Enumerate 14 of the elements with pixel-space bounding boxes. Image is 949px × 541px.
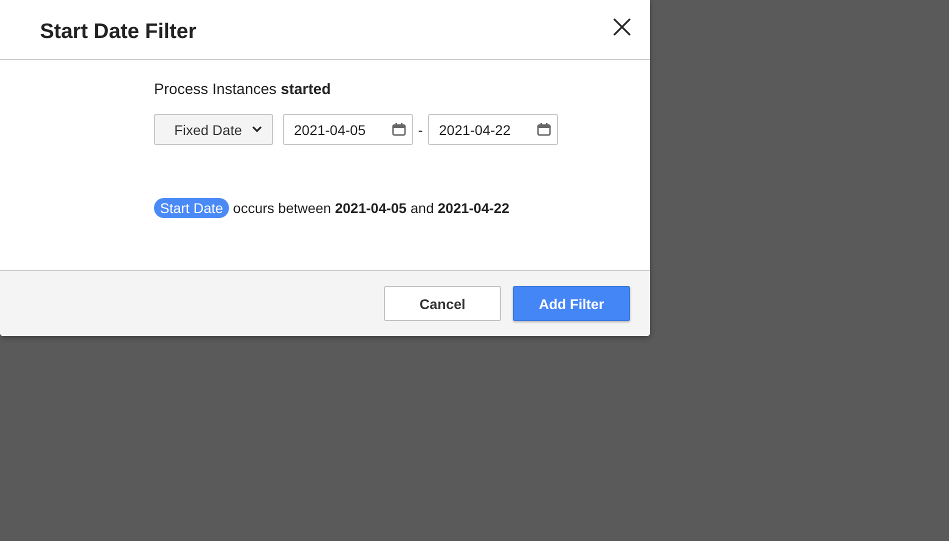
calendar-icon [392,123,406,136]
filter-heading: Process Instances started [154,80,332,98]
start-date-field[interactable]: 2021-04-05 [283,114,413,145]
calendar-icon [537,123,551,136]
chevron-down-icon [252,126,262,133]
dialog-title: Start Date Filter [40,20,196,44]
date-type-dropdown[interactable]: Fixed Date [154,114,273,145]
end-date-field[interactable]: 2021-04-22 [428,114,558,145]
range-separator: - [417,122,424,138]
variable-tag: Start Date [154,198,230,218]
close-icon[interactable] [612,16,632,36]
cancel-button[interactable]: Cancel [384,286,501,321]
filter-summary: occurs between 2021-04-05 and 2021-04-22 [233,200,510,216]
add-filter-button[interactable]: Add Filter [513,286,630,321]
